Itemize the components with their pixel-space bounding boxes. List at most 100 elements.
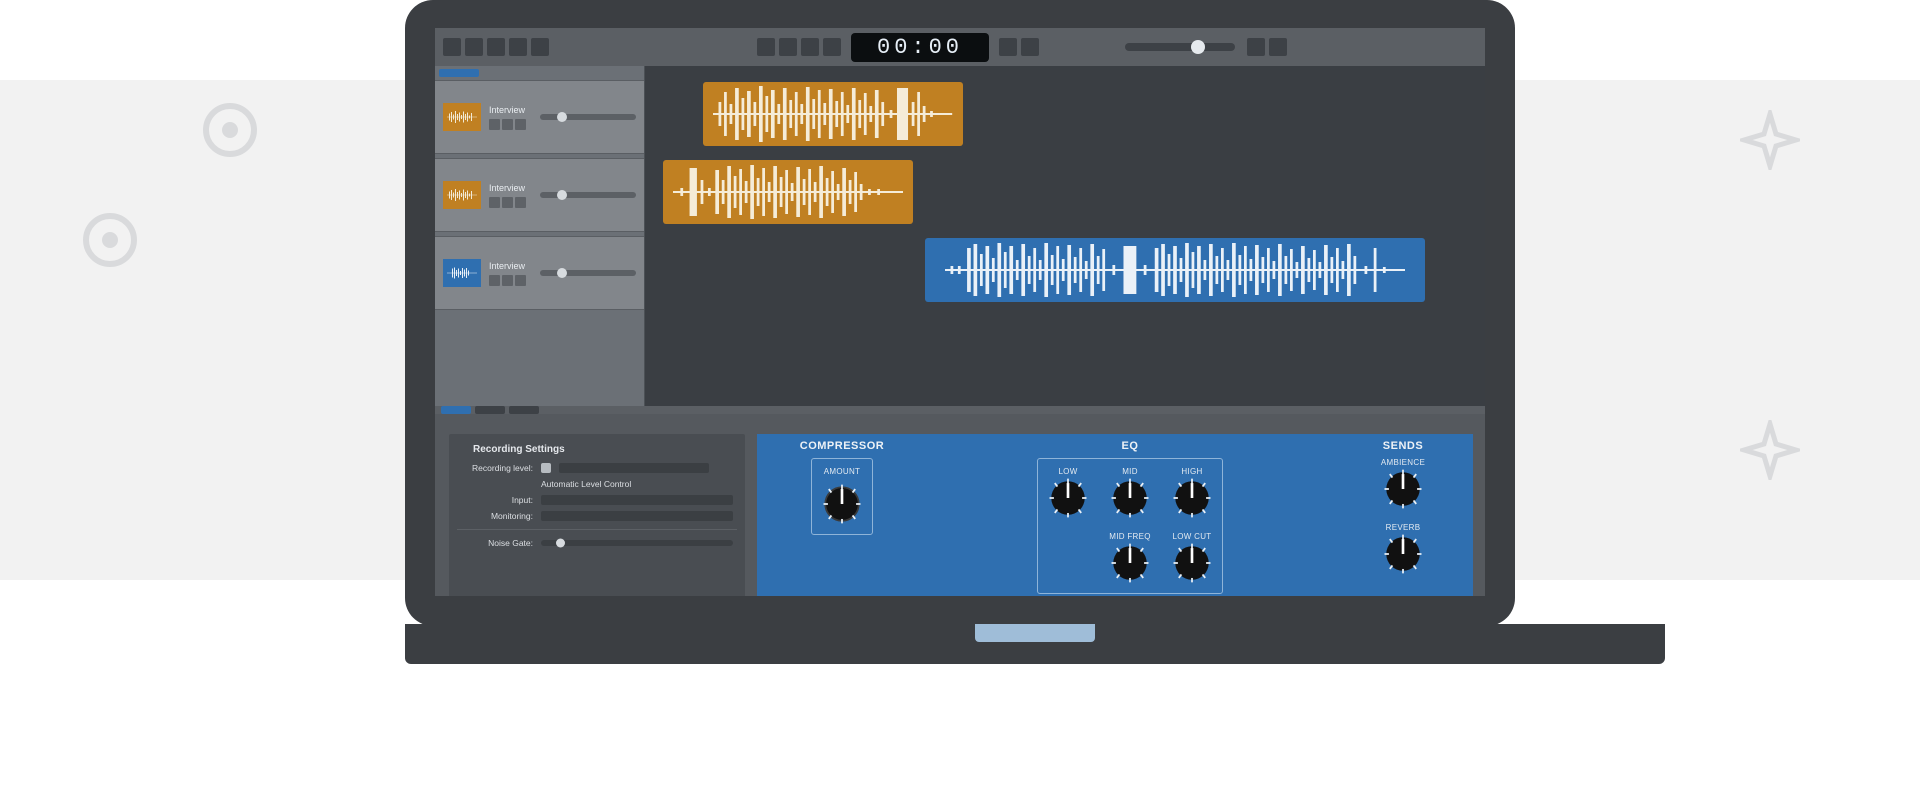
panel-tab[interactable] [441,406,471,414]
track-waveform-thumb-icon [443,259,481,287]
toolbar-button[interactable] [443,38,461,56]
deco-circle-icon [80,210,140,270]
track-label: Interview [489,261,526,271]
track-volume-slider[interactable] [540,270,636,276]
transport-rewind-button[interactable] [757,38,775,56]
knob-label: MID [1108,467,1152,476]
deco-sparkle-icon [1740,110,1800,170]
laptop-frame: 00:00 [405,0,1515,626]
toolbar-right-group [999,38,1039,56]
monitoring-select[interactable] [541,511,733,521]
section-title: EQ [937,440,1323,452]
editor-body: Interview [435,66,1485,596]
toolbar-button[interactable] [465,38,483,56]
recording-level-slider[interactable] [559,463,709,473]
track-label: Interview [489,183,526,193]
track-button-group [489,197,526,208]
knob-label: AMBIENCE [1381,458,1425,467]
fx-panel: COMPRESSOR AMOUNT [757,434,1473,596]
transport-play-button[interactable] [779,38,797,56]
sidebar-header-strip [435,66,644,80]
slider-thumb-icon [557,268,567,278]
track-sidebar: Interview [435,66,645,406]
compressor-amount-knob[interactable] [820,482,864,526]
panel-tab-group [441,406,539,414]
toolbar-left-group [443,38,549,56]
track-arm-button[interactable] [515,275,526,286]
panel-tab[interactable] [475,406,505,414]
recording-level-checkbox[interactable] [541,463,551,473]
track-row[interactable]: Interview [435,158,644,232]
recording-level-label: Recording level: [461,463,533,473]
transport-record-button[interactable] [823,38,841,56]
eq-lowcut-knob[interactable] [1170,541,1214,585]
track-row[interactable]: Interview [435,236,644,310]
noise-gate-label: Noise Gate: [461,538,533,548]
track-arm-button[interactable] [515,119,526,130]
track-button-group [489,119,526,130]
toolbar-button[interactable] [1269,38,1287,56]
transport-stop-button[interactable] [801,38,819,56]
toolbar-button[interactable] [999,38,1017,56]
track-mute-button[interactable] [489,119,500,130]
toolbar-button[interactable] [509,38,527,56]
master-volume-slider[interactable] [1125,43,1235,51]
eq-midfreq-knob[interactable] [1108,541,1152,585]
eq-low-knob[interactable] [1046,476,1090,520]
knob-label: REVERB [1381,523,1425,532]
toolbar-button[interactable] [1247,38,1265,56]
track-mute-button[interactable] [489,197,500,208]
track-waveform-thumb-icon [443,181,481,209]
toolbar-button[interactable] [531,38,549,56]
slider-thumb-icon [1191,40,1205,54]
knob-label: MID FREQ [1108,532,1152,541]
audio-clip[interactable] [663,160,913,224]
toolbar-button[interactable] [1021,38,1039,56]
track-label: Interview [489,105,526,115]
monitoring-label: Monitoring: [461,511,533,521]
track-arm-button[interactable] [515,197,526,208]
track-solo-button[interactable] [502,275,513,286]
track-row[interactable]: Interview [435,80,644,154]
slider-thumb-icon [556,539,565,548]
transport-group [757,38,841,56]
track-volume-slider[interactable] [540,192,636,198]
section-title: COMPRESSOR [767,440,917,452]
section-title: SENDS [1343,440,1463,452]
audio-clip[interactable] [925,238,1425,302]
recording-settings-panel: Recording Settings Recording level: Auto… [449,434,745,596]
track-solo-button[interactable] [502,197,513,208]
timeline[interactable] [645,66,1485,406]
sends-ambience-knob[interactable] [1381,467,1425,511]
deco-sparkle-icon [1740,420,1800,480]
auto-level-label: Automatic Level Control [541,479,631,489]
track-waveform-thumb-icon [443,103,481,131]
toolbar: 00:00 [435,28,1485,66]
eq-section: EQ LOW MID HIGH MID FREQ LOW CUT [927,434,1333,596]
eq-high-knob[interactable] [1170,476,1214,520]
input-label: Input: [461,495,533,505]
compressor-section: COMPRESSOR AMOUNT [757,434,927,596]
track-button-group [489,275,526,286]
audio-clip[interactable] [703,82,963,146]
eq-mid-knob[interactable] [1108,476,1152,520]
timecode-display: 00:00 [851,33,989,62]
knob-label: LOW CUT [1170,532,1214,541]
panel-tab[interactable] [509,406,539,414]
bottom-panel: Recording Settings Recording level: Auto… [435,406,1485,596]
laptop-base [405,624,1665,664]
toolbar-button[interactable] [487,38,505,56]
deco-circle-icon [200,100,260,160]
knob-label: LOW [1046,467,1090,476]
track-volume-slider[interactable] [540,114,636,120]
track-solo-button[interactable] [502,119,513,130]
track-mute-button[interactable] [489,275,500,286]
laptop-notch [975,624,1095,642]
sends-section: SENDS AMBIENCE REVERB [1333,434,1473,596]
knob-label: HIGH [1170,467,1214,476]
noise-gate-slider[interactable] [541,540,733,546]
app-screen: 00:00 [435,28,1485,596]
input-select[interactable] [541,495,733,505]
slider-thumb-icon [557,112,567,122]
sends-reverb-knob[interactable] [1381,532,1425,576]
